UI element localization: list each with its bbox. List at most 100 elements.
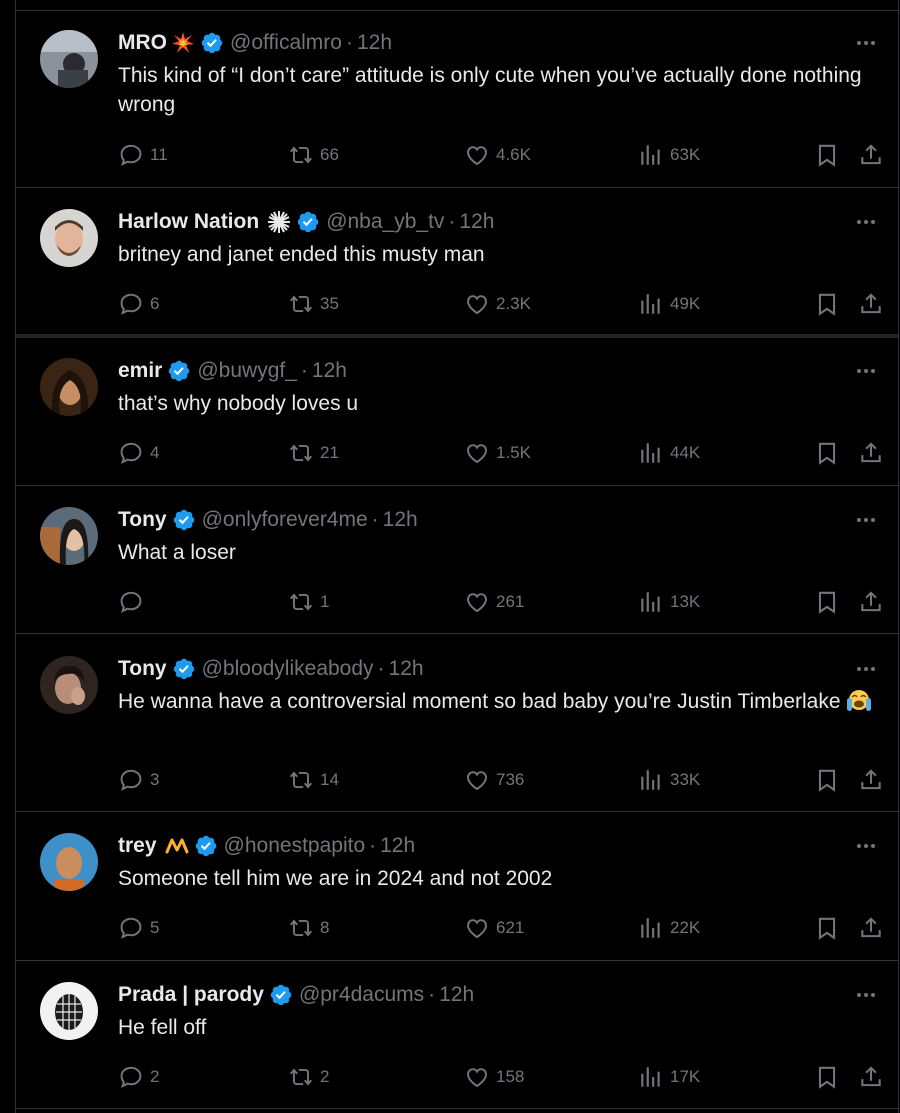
bookmark-icon[interactable] [814, 291, 846, 317]
tweet-text: that’s why nobody loves u [118, 392, 359, 415]
reply-count: 11 [150, 145, 168, 164]
share-icon[interactable] [858, 142, 890, 168]
like-button[interactable]: 1.5K [464, 440, 531, 466]
share-icon[interactable] [858, 915, 890, 941]
bookmark-icon[interactable] [814, 589, 846, 615]
bookmark-icon[interactable] [814, 440, 846, 466]
timestamp[interactable]: 12h [389, 657, 424, 681]
like-count: 736 [496, 770, 525, 789]
like-count: 1.5K [496, 443, 531, 462]
avatar[interactable] [40, 358, 98, 416]
views-button[interactable]: 49K [638, 291, 700, 317]
share-icon[interactable] [858, 291, 890, 317]
more-options-icon[interactable] [854, 209, 878, 235]
verified-badge-icon [296, 210, 320, 234]
author-handle[interactable]: @onlyforever4me [202, 508, 368, 532]
tweet-text: Someone tell him we are in 2024 and not … [118, 867, 553, 890]
avatar[interactable] [40, 507, 98, 565]
timestamp[interactable]: 12h [380, 834, 415, 858]
avatar[interactable] [40, 833, 98, 891]
tweet-text: britney and janet ended this musty man [118, 243, 485, 266]
author-name[interactable]: trey [118, 834, 157, 858]
author-handle[interactable]: @officalmro [230, 31, 342, 55]
separator-dot: · [300, 359, 308, 382]
reply-button[interactable]: 5 [118, 915, 159, 941]
author-handle[interactable]: @nba_yb_tv [326, 210, 444, 234]
views-button[interactable]: 63K [638, 142, 700, 168]
like-button[interactable]: 2.3K [464, 291, 531, 317]
like-button[interactable]: 4.6K [464, 142, 531, 168]
retweet-button[interactable]: 14 [288, 767, 339, 793]
share-icon[interactable] [858, 589, 890, 615]
reply-button[interactable]: 3 [118, 767, 159, 793]
views-button[interactable]: 44K [638, 440, 700, 466]
bookmark-icon[interactable] [814, 1064, 846, 1090]
retweet-button[interactable]: 2 [288, 1064, 329, 1090]
share-icon[interactable] [858, 440, 890, 466]
avatar[interactable] [40, 209, 98, 267]
reply-button[interactable]: 11 [118, 142, 168, 168]
reply-count: 3 [150, 770, 160, 789]
divider [16, 960, 898, 961]
bookmark-icon[interactable] [814, 142, 846, 168]
like-button[interactable]: 621 [464, 915, 524, 941]
author-name[interactable]: MRO [118, 31, 167, 55]
crown-squiggle-emoji-icon [165, 836, 189, 856]
divider [16, 633, 898, 634]
verified-badge-icon [194, 834, 218, 858]
avatar[interactable] [40, 656, 98, 714]
views-button[interactable]: 17K [638, 1064, 700, 1090]
retweet-count: 8 [320, 918, 330, 937]
retweet-button[interactable]: 35 [288, 291, 339, 317]
more-options-icon[interactable] [854, 30, 878, 56]
author-handle[interactable]: @honestpapito [224, 834, 366, 858]
more-options-icon[interactable] [854, 358, 878, 384]
like-button[interactable]: 736 [464, 767, 524, 793]
more-options-icon[interactable] [854, 833, 878, 859]
retweet-button[interactable]: 21 [288, 440, 339, 466]
timestamp[interactable]: 12h [383, 508, 418, 532]
author-handle[interactable]: @buwygf_ [197, 359, 297, 383]
retweet-count: 1 [320, 592, 330, 611]
retweet-button[interactable]: 66 [288, 142, 339, 168]
views-button[interactable]: 13K [638, 589, 700, 615]
action-bar: 5 8 621 22K [118, 915, 882, 941]
reply-button[interactable]: 2 [118, 1064, 159, 1090]
more-options-icon[interactable] [854, 982, 878, 1008]
author-name[interactable]: Harlow Nation [118, 210, 259, 234]
author-handle[interactable]: @pr4dacums [299, 983, 424, 1007]
more-options-icon[interactable] [854, 507, 878, 533]
share-icon[interactable] [858, 1064, 890, 1090]
retweet-button[interactable]: 8 [288, 915, 329, 941]
divider [16, 187, 898, 188]
author-handle[interactable]: @bloodylikeabody [202, 657, 374, 681]
reply-count: 6 [150, 294, 160, 313]
views-button[interactable]: 22K [638, 915, 700, 941]
timestamp[interactable]: 12h [459, 210, 494, 234]
author-name[interactable]: Tony [118, 508, 167, 532]
author-name[interactable]: emir [118, 359, 162, 383]
like-button[interactable]: 158 [464, 1064, 524, 1090]
author-name[interactable]: Tony [118, 657, 167, 681]
avatar[interactable] [40, 982, 98, 1040]
collision-emoji-icon [171, 31, 195, 55]
reply-button[interactable] [118, 589, 150, 615]
retweet-count: 35 [320, 294, 339, 313]
like-button[interactable]: 261 [464, 589, 524, 615]
like-count: 158 [496, 1067, 525, 1086]
timestamp[interactable]: 12h [312, 359, 347, 383]
timestamp[interactable]: 12h [357, 31, 392, 55]
reply-button[interactable]: 6 [118, 291, 159, 317]
avatar[interactable] [40, 30, 98, 88]
timestamp[interactable]: 12h [439, 983, 474, 1007]
separator-dot: · [377, 657, 385, 680]
author-name[interactable]: Prada | parody [118, 983, 264, 1007]
view-count: 33K [670, 770, 701, 789]
reply-button[interactable]: 4 [118, 440, 159, 466]
share-icon[interactable] [858, 767, 890, 793]
bookmark-icon[interactable] [814, 767, 846, 793]
bookmark-icon[interactable] [814, 915, 846, 941]
views-button[interactable]: 33K [638, 767, 700, 793]
more-options-icon[interactable] [854, 656, 878, 682]
retweet-button[interactable]: 1 [288, 589, 329, 615]
